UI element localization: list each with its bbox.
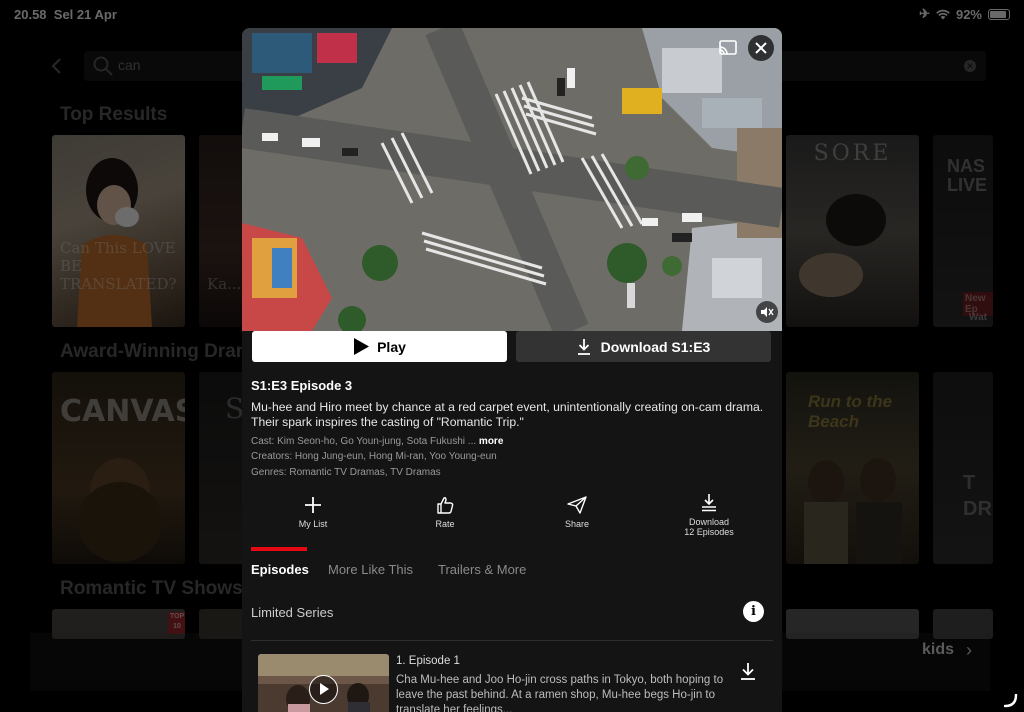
more-link[interactable]: more	[479, 436, 503, 447]
episode-item-title: 1. Episode 1	[396, 655, 460, 667]
close-button[interactable]	[748, 35, 774, 61]
play-icon	[354, 338, 370, 355]
creators-line: Creators: Hong Jung-eun, Hong Mi-ran, Yo…	[251, 451, 497, 462]
title-tile[interactable]: NAS LIVE New Ep Wat	[933, 135, 993, 327]
section-title-romantic-tv: Romantic TV Shows	[60, 578, 243, 599]
tile-art	[799, 194, 886, 297]
close-icon	[755, 42, 767, 54]
volume-muted-icon	[761, 307, 774, 317]
tile-art	[804, 458, 902, 564]
title-detail-modal: Play Download S1:E3 S1:E3 Episode 3 Mu-h…	[242, 28, 782, 712]
title-tile[interactable]: Run to the Beach	[786, 372, 919, 564]
aerial-crossing-image	[242, 28, 782, 331]
play-episode-icon[interactable]	[309, 675, 338, 704]
watch-badge: Wat	[969, 312, 987, 323]
download-all-icon	[702, 494, 716, 512]
cast-icon[interactable]	[714, 36, 742, 60]
tile-art	[78, 458, 162, 562]
clear-search-icon[interactable]: ✕	[964, 60, 976, 72]
title-tile[interactable]: CANVAS	[52, 372, 185, 564]
plus-icon	[305, 497, 321, 513]
episode-title: S1:E3 Episode 3	[251, 378, 353, 393]
title-tile[interactable]: SORE	[786, 135, 919, 327]
tab-episodes[interactable]: Episodes	[251, 562, 309, 577]
tile-title: Can This LOVE BE TRANSLATED?	[60, 239, 177, 293]
episode-item-description: Cha Mu-hee and Joo Ho-jin cross paths in…	[396, 674, 724, 712]
preview-video[interactable]	[242, 28, 782, 331]
title-tile[interactable]: T DRE	[933, 372, 993, 564]
tile-title: NAS LIVE	[947, 156, 988, 195]
my-list-button[interactable]: My List	[268, 495, 358, 529]
download-icon[interactable]	[740, 662, 756, 680]
tab-trailers-and-more[interactable]: Trailers & More	[438, 562, 526, 577]
search-input[interactable]	[118, 57, 238, 73]
mute-button[interactable]	[756, 301, 778, 323]
share-button[interactable]: Share	[532, 495, 622, 529]
thumbs-up-icon	[437, 497, 454, 514]
tab-more-like-this[interactable]: More Like This	[328, 562, 413, 577]
cast-line: Cast: Kim Seon-ho, Go Youn-jung, Sota Fu…	[251, 436, 504, 447]
top10-badge: TOP 10	[168, 612, 185, 634]
share-icon	[567, 496, 587, 514]
chevron-right-icon[interactable]: ›	[966, 640, 972, 661]
divider	[251, 640, 773, 641]
tile-art	[77, 158, 152, 327]
section-title-award-winning: Award-Winning Dran	[60, 341, 248, 362]
title-tile[interactable]: Can This LOVE BE TRANSLATED?	[52, 135, 185, 327]
series-type-label: Limited Series	[251, 605, 334, 620]
download-icon	[577, 338, 590, 355]
episode-thumbnail[interactable]	[258, 654, 389, 712]
section-title-top-results: Top Results	[60, 104, 168, 125]
active-tab-indicator	[251, 547, 307, 551]
search-icon	[93, 56, 113, 76]
episode-description: Mu-hee and Hiro meet by chance at a red …	[251, 400, 764, 429]
download-all-button[interactable]: Download 12 Episodes	[664, 493, 754, 537]
info-icon[interactable]: i	[743, 601, 764, 622]
tile-title: T DRE	[963, 472, 993, 520]
corner-indicator-icon	[1004, 694, 1018, 708]
download-episode-button[interactable]: Download S1:E3	[516, 331, 771, 362]
play-button[interactable]: Play	[252, 331, 507, 362]
kids-link[interactable]: kids	[922, 641, 954, 659]
back-icon[interactable]	[46, 52, 68, 80]
rate-button[interactable]: Rate	[400, 495, 490, 529]
genres-line: Genres: Romantic TV Dramas, TV Dramas	[251, 467, 441, 478]
